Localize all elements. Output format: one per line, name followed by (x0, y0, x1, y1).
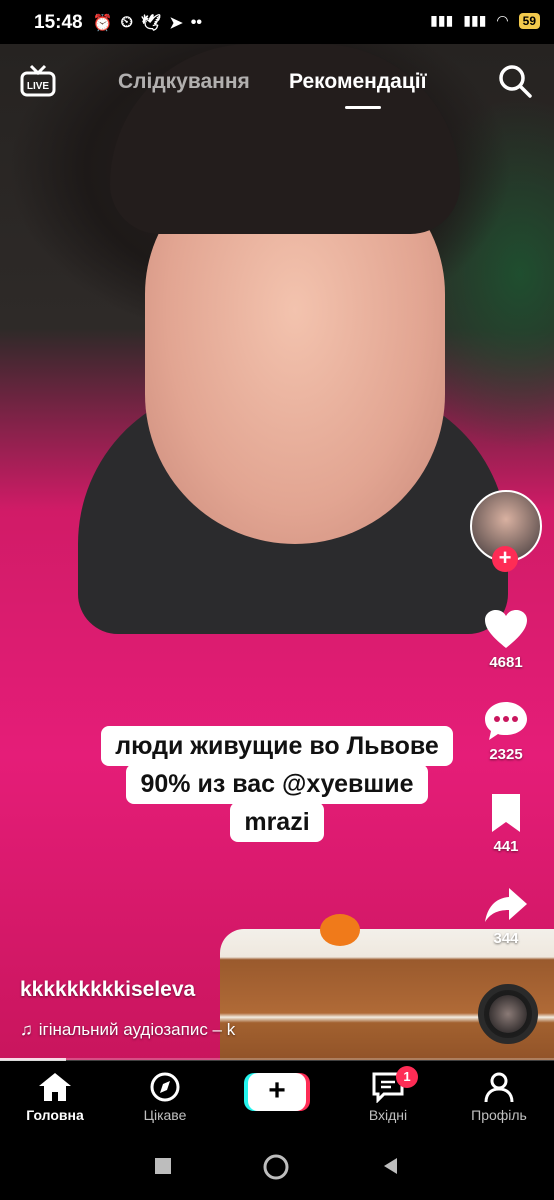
bookmark-icon (492, 794, 520, 832)
notification-icons: ⏰ ⏲ 🕊 ➤ •• (93, 13, 202, 33)
bottom-nav: Головна Цікаве + Вхідні Профіль (0, 1061, 554, 1135)
nav-profile-label: Профіль (471, 1107, 527, 1123)
save-button[interactable]: 441 (474, 792, 538, 855)
more-dots-icon: •• (190, 14, 202, 31)
status-bar: 15:48 ⏰ ⏲ 🕊 ➤ •• ▮▮▮ ▮▮▮ ◠ 59 (0, 0, 554, 44)
twitter-icon: 🕊 (141, 15, 162, 32)
caption-line-3: mrazi (230, 802, 324, 842)
nav-discover-label: Цікаве (143, 1107, 187, 1123)
comment-icon (485, 702, 527, 740)
battery-icon: 59 (518, 12, 540, 29)
live-label: LIVE (27, 81, 50, 92)
live-icon[interactable]: LIVE (20, 64, 56, 98)
nav-profile[interactable]: Профіль (454, 1071, 544, 1123)
signal-icon-2: ▮▮▮ (463, 12, 487, 28)
video-caption: люди живущие во Львове 90% из вас @хуевш… (0, 726, 554, 842)
alarm-icon: ⏲ (120, 14, 134, 31)
music-note-icon: ♫ (20, 1020, 33, 1039)
nav-inbox-label: Вхідні (368, 1107, 408, 1123)
share-count: 344 (493, 930, 519, 947)
search-icon[interactable] (496, 62, 534, 100)
like-count: 4681 (489, 654, 523, 671)
like-button[interactable]: 4681 (474, 608, 538, 671)
inbox-badge: 1 (396, 1066, 418, 1088)
wifi-icon: ◠ (496, 12, 509, 28)
home-icon (39, 1073, 71, 1101)
profile-icon (484, 1072, 514, 1103)
top-nav: LIVE Слідкування Рекомендації (0, 44, 554, 116)
clock: 15:48 (34, 12, 83, 33)
follow-button[interactable]: + (492, 546, 518, 572)
status-right: ▮▮▮ ▮▮▮ ◠ 59 (430, 12, 540, 29)
tab-for-you[interactable]: Рекомендації (289, 70, 427, 94)
music-disc[interactable] (478, 984, 538, 1044)
video-player[interactable] (0, 44, 554, 1060)
author-name[interactable]: kkkkkkkkkiseleva (20, 978, 195, 1002)
signal-icon: ▮▮▮ (430, 12, 454, 28)
comment-count: 2325 (489, 746, 523, 763)
status-left: 15:48 ⏰ ⏲ 🕊 ➤ •• (34, 12, 202, 34)
recents-icon[interactable] (152, 1155, 174, 1177)
comment-button[interactable]: 2325 (474, 700, 538, 763)
share-icon (485, 888, 527, 922)
telegram-icon: ➤ (169, 15, 183, 32)
nav-inbox[interactable]: Вхідні (343, 1071, 433, 1123)
create-button[interactable]: + (248, 1073, 306, 1111)
tab-following[interactable]: Слідкування (118, 70, 250, 94)
nav-discover[interactable]: Цікаве (120, 1071, 210, 1123)
nav-home-label: Головна (26, 1107, 84, 1123)
audio-title: ігінальний аудіозапис – k (38, 1020, 236, 1039)
compass-icon (150, 1072, 180, 1102)
nav-home[interactable]: Головна (10, 1071, 100, 1123)
tab-indicator (345, 106, 381, 109)
save-count: 441 (493, 838, 519, 855)
no-alarm-icon: ⏰ (92, 15, 113, 32)
share-button[interactable]: 344 (474, 884, 538, 947)
caption-line-2: 90% из вас @хуевшие (126, 764, 428, 804)
system-nav-bar (0, 1135, 554, 1200)
audio-info[interactable]: ♫ ігінальний аудіозапис – k (20, 1020, 235, 1040)
heart-icon (485, 610, 527, 648)
home-circle-icon[interactable] (262, 1153, 290, 1181)
back-icon[interactable] (380, 1155, 402, 1177)
caption-line-1: люди живущие во Львове (101, 726, 453, 766)
video-carrot (320, 914, 360, 946)
